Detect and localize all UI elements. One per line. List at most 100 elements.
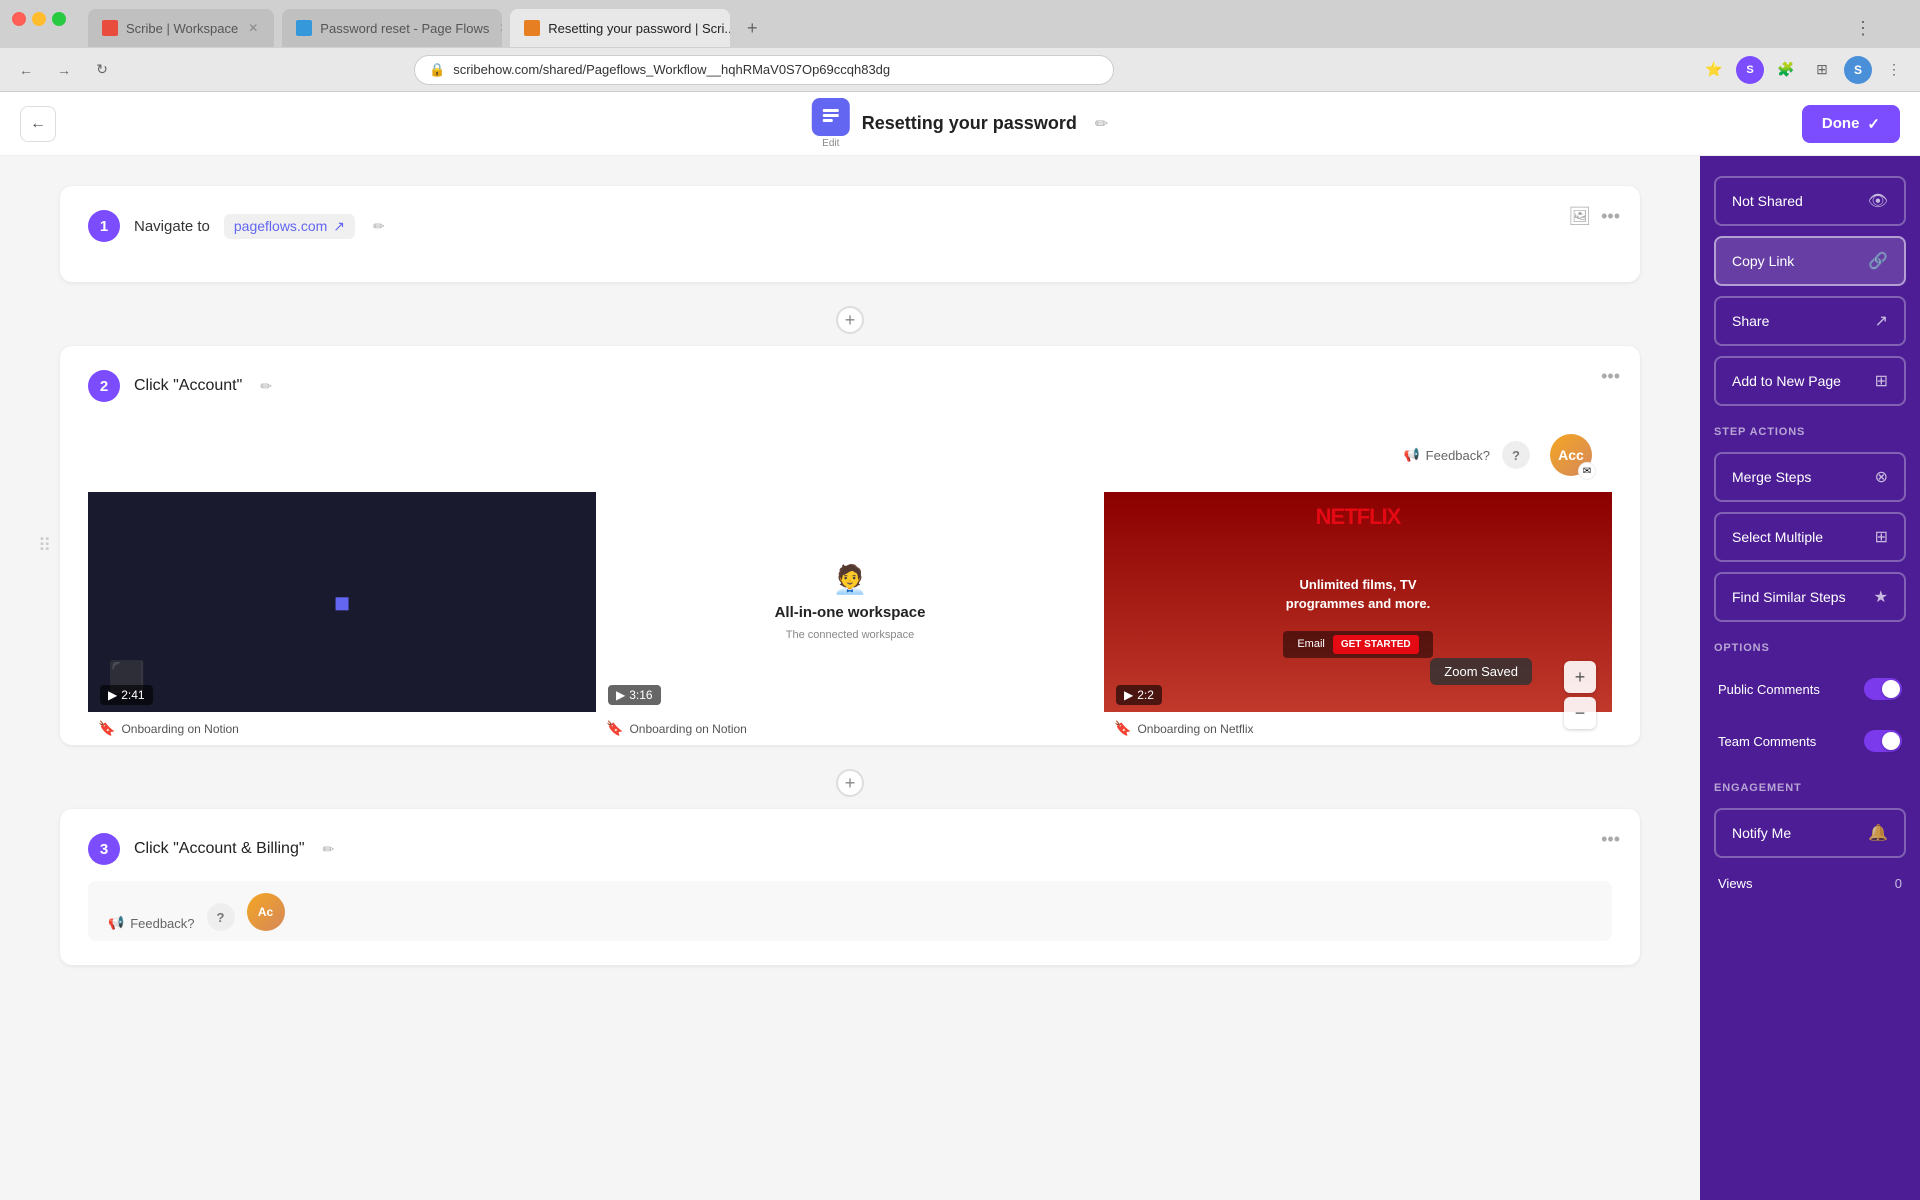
step-1-number: 1 xyxy=(88,210,120,242)
scribe-extension-btn[interactable]: S xyxy=(1736,56,1764,84)
team-comments-label: Team Comments xyxy=(1718,734,1816,749)
tab-favicon-resetting xyxy=(524,20,540,36)
edit-label: Edit xyxy=(822,138,839,149)
top-and-content: ← Edit Resetting your password ✏ xyxy=(0,92,1920,1200)
notion-desc: The connected workspace xyxy=(786,629,914,641)
bookmark-icon-2: 🔖 xyxy=(606,720,623,737)
not-shared-btn[interactable]: Not Shared 👁 xyxy=(1714,176,1906,226)
image-gallery: ◼ ⬛ ▶ 2:41 🔖 Onboarding on Notion xyxy=(88,492,1612,745)
team-comments-toggle[interactable] xyxy=(1864,730,1902,752)
step-2-more-btn[interactable]: ••• xyxy=(1601,366,1620,387)
not-shared-icon: 👁 xyxy=(1868,191,1888,211)
new-tab-btn[interactable]: + xyxy=(738,14,766,42)
extensions-btn[interactable]: 🧩 xyxy=(1772,56,1800,84)
browser-actions: ⭐ S 🧩 ⊞ S ⋮ xyxy=(1700,56,1908,84)
step-3-feedback-megaphone: 📢 xyxy=(108,915,124,931)
browser-menu-btn[interactable]: ⋮ xyxy=(1854,18,1872,39)
feedback-megaphone-icon: 📢 xyxy=(1403,447,1419,463)
close-window-btn[interactable] xyxy=(12,12,26,26)
window-controls xyxy=(0,12,78,26)
tab-manager-btn[interactable]: ⊞ xyxy=(1808,56,1836,84)
share-icon: ↗ xyxy=(1875,311,1888,331)
tab-close-pageflows[interactable]: ✕ xyxy=(497,19,502,37)
tab-label-resetting: Resetting your password | Scri... xyxy=(548,21,730,36)
right-panel: Not Shared 👁 Copy Link 🔗 Share ↗ Add to … xyxy=(1700,156,1920,1200)
scribe-logo-icon xyxy=(812,98,850,136)
public-comments-toggle[interactable] xyxy=(1864,678,1902,700)
gallery-bg-netflix: NETFLIX Unlimited films, TVprogrammes an… xyxy=(1104,492,1612,712)
zoom-controls: + − xyxy=(1564,661,1596,729)
step-3-pencil-icon[interactable]: ✏ xyxy=(323,841,335,858)
notion-title: All-in-one workspace xyxy=(775,604,926,621)
step-3-title: Click "Account & Billing" xyxy=(134,840,305,858)
share-label: Share xyxy=(1732,313,1769,329)
netflix-cta: Email GET STARTED xyxy=(1283,631,1432,658)
tab-favicon-scribe xyxy=(102,20,118,36)
drag-handle-step-2[interactable]: ⠿ xyxy=(38,535,51,556)
gallery-item-1[interactable]: ◼ ⬛ ▶ 2:41 🔖 Onboarding on Notion xyxy=(88,492,596,745)
tab-password-reset[interactable]: Password reset - Page Flows ✕ xyxy=(282,9,502,47)
browser-menu-dots[interactable]: ⋮ xyxy=(1880,56,1908,84)
netflix-tagline: Unlimited films, TVprogrammes and more. xyxy=(1286,576,1431,612)
profile-avatar[interactable]: S xyxy=(1844,56,1872,84)
step-3-help-icon[interactable]: ? xyxy=(207,903,235,931)
share-btn[interactable]: Share ↗ xyxy=(1714,296,1906,346)
step-3-actions: ••• xyxy=(1601,829,1620,850)
gallery-bg-notion: 🧑‍💼 All-in-one workspace The connected w… xyxy=(596,492,1104,712)
forward-nav-btn[interactable]: → xyxy=(50,56,78,84)
step-2-card: ⠿ 2 Click "Account" ✏ ••• 📢 xyxy=(60,346,1640,745)
scribe-logo-wrap: Edit xyxy=(812,98,850,149)
top-bar: ← Edit Resetting your password ✏ xyxy=(0,92,1920,156)
feedback-btn[interactable]: 📢 Feedback? xyxy=(1403,447,1490,463)
copy-link-btn[interactable]: Copy Link 🔗 xyxy=(1714,236,1906,286)
gallery-item-2[interactable]: 🧑‍💼 All-in-one workspace The connected w… xyxy=(596,492,1104,745)
tab-resetting-password[interactable]: Resetting your password | Scri... ✕ xyxy=(510,9,730,47)
bookmark-icon-1: 🔖 xyxy=(98,720,115,737)
step-3-account-avatar: Ac xyxy=(247,893,285,931)
minimize-window-btn[interactable] xyxy=(32,12,46,26)
select-multiple-label: Select Multiple xyxy=(1732,529,1823,545)
step-2-number: 2 xyxy=(88,370,120,402)
tab-close-scribe[interactable]: ✕ xyxy=(246,19,260,37)
gallery-caption-1: 🔖 Onboarding on Notion xyxy=(88,712,596,745)
zoom-in-btn[interactable]: + xyxy=(1564,661,1596,693)
zoom-out-btn[interactable]: − xyxy=(1564,697,1596,729)
add-step-1-icon[interactable]: + xyxy=(836,306,864,334)
notion-icon: 🧑‍💼 xyxy=(833,563,868,596)
url-bar[interactable]: 🔒 scribehow.com/shared/Pageflows_Workflo… xyxy=(414,55,1114,85)
team-comments-thumb xyxy=(1882,732,1900,750)
done-btn[interactable]: Done ✓ xyxy=(1802,105,1900,143)
add-step-1-btn[interactable]: + xyxy=(60,306,1640,334)
public-comments-thumb xyxy=(1882,680,1900,698)
top-bar-center: Edit Resetting your password ✏ xyxy=(812,98,1108,149)
add-to-page-btn[interactable]: Add to New Page ⊞ xyxy=(1714,356,1906,406)
step-2-pencil-icon[interactable]: ✏ xyxy=(260,378,272,395)
maximize-window-btn[interactable] xyxy=(52,12,66,26)
bookmark-btn[interactable]: ⭐ xyxy=(1700,56,1728,84)
step-1-link[interactable]: pageflows.com ↗ xyxy=(224,214,355,239)
back-arrow-icon: ← xyxy=(30,115,46,133)
add-step-2-icon[interactable]: + xyxy=(836,769,864,797)
tab-scribe-workspace[interactable]: Scribe | Workspace ✕ xyxy=(88,9,274,47)
gallery-caption-2: 🔖 Onboarding on Notion xyxy=(596,712,1104,745)
back-nav-btn[interactable]: ← xyxy=(12,56,40,84)
step-1-image-btn[interactable]: 🖼 xyxy=(1568,206,1591,227)
merge-steps-btn[interactable]: Merge Steps ⊗ xyxy=(1714,452,1906,502)
step-3-feedback-btn[interactable]: 📢 Feedback? xyxy=(108,915,195,931)
add-step-2-btn[interactable]: + xyxy=(60,769,1640,797)
find-similar-btn[interactable]: Find Similar Steps ★ xyxy=(1714,572,1906,622)
find-similar-label: Find Similar Steps xyxy=(1732,589,1846,605)
step-1-more-btn[interactable]: ••• xyxy=(1601,206,1620,227)
gallery-item-3[interactable]: NETFLIX Unlimited films, TVprogrammes an… xyxy=(1104,492,1612,745)
step-3-account-wrap: Ac xyxy=(247,893,285,931)
notify-me-btn[interactable]: Notify Me 🔔 xyxy=(1714,808,1906,858)
back-btn[interactable]: ← xyxy=(20,106,56,142)
tab-bar-left: Scribe | Workspace ✕ Password reset - Pa… xyxy=(8,9,1852,47)
step-3-more-btn[interactable]: ••• xyxy=(1601,829,1620,850)
step-1-pencil-icon[interactable]: ✏ xyxy=(373,218,385,235)
title-edit-icon[interactable]: ✏ xyxy=(1095,114,1108,134)
public-comments-label: Public Comments xyxy=(1718,682,1820,697)
select-multiple-btn[interactable]: Select Multiple ⊞ xyxy=(1714,512,1906,562)
help-icon[interactable]: ? xyxy=(1502,441,1530,469)
refresh-btn[interactable]: ↻ xyxy=(88,56,116,84)
